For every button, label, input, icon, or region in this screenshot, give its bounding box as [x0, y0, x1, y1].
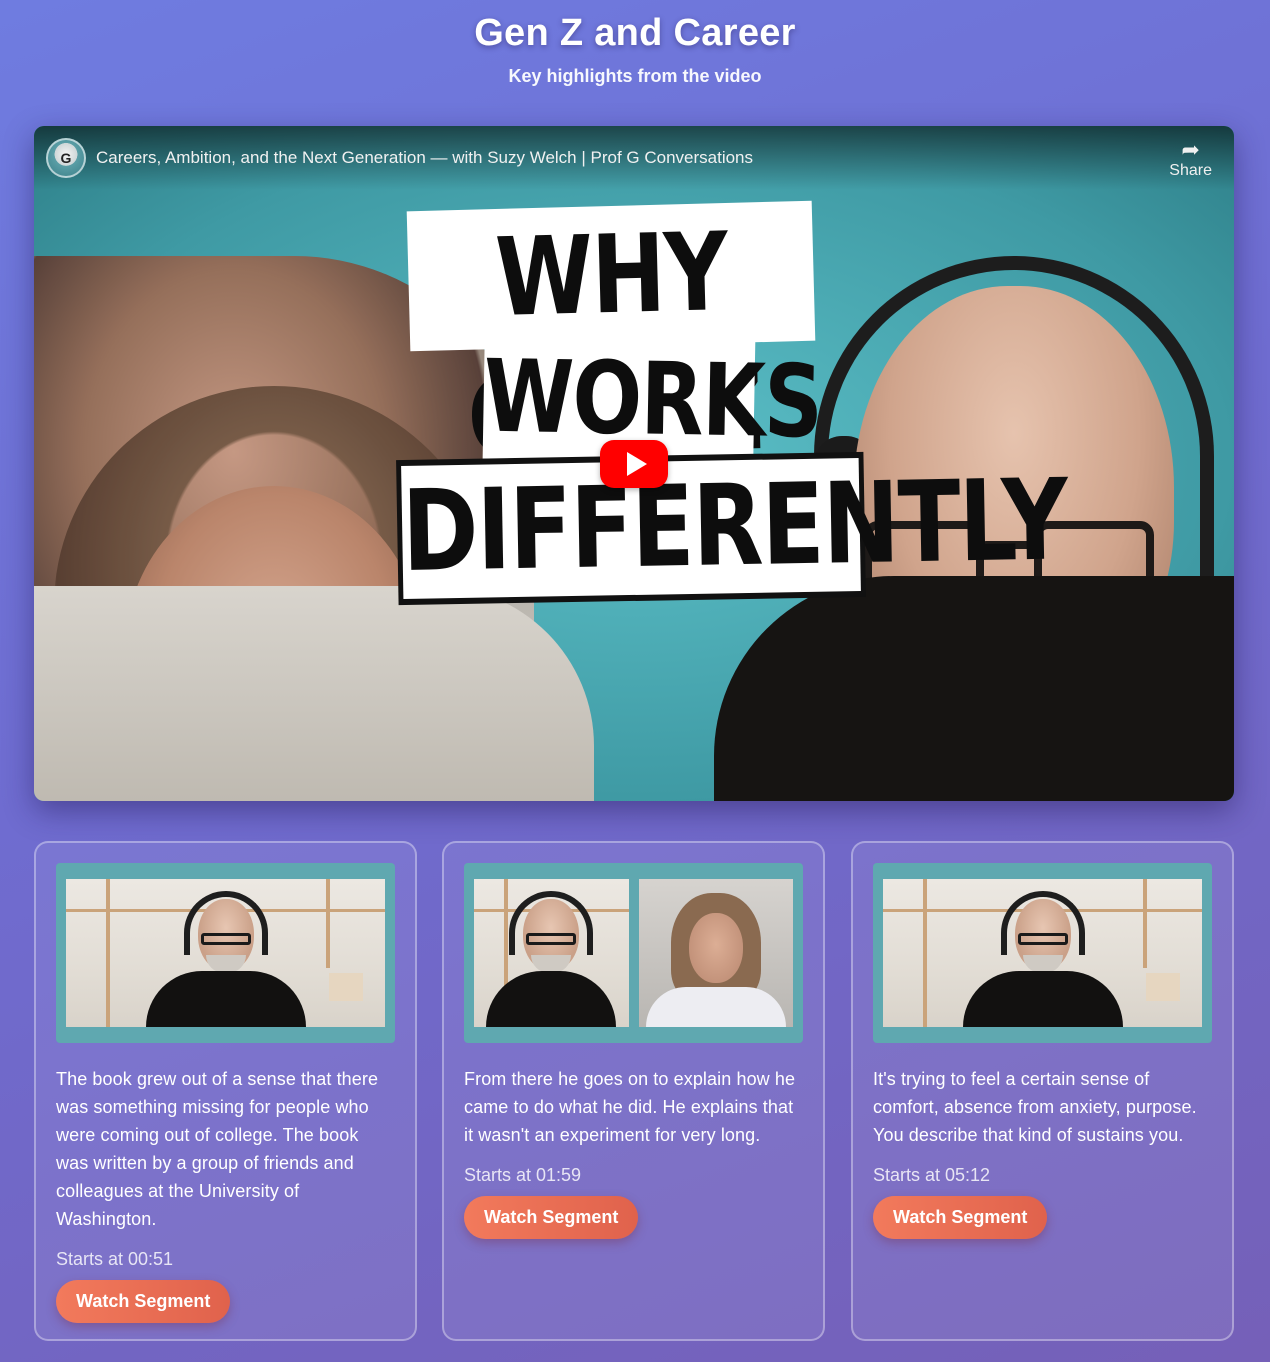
share-arrow-icon: ➦ — [1181, 137, 1200, 162]
channel-avatar[interactable]: G — [46, 138, 86, 178]
video-topbar: G Careers, Ambition, and the Next Genera… — [34, 126, 1234, 190]
page-header: Gen Z and Career Key highlights from the… — [0, 0, 1270, 87]
thumbnail-headline-line-1: WHY GEN Z — [406, 200, 816, 482]
page-title: Gen Z and Career — [474, 12, 796, 54]
segment-start-time: Starts at 05:12 — [873, 1165, 991, 1185]
watch-segment-button[interactable]: Watch Segment — [464, 1196, 639, 1239]
guest-frame — [638, 879, 793, 1027]
host-frame — [66, 879, 385, 1027]
segment-cards: The book grew out of a sense that there … — [34, 841, 1234, 1341]
watch-segment-button[interactable]: Watch Segment — [873, 1196, 1048, 1239]
host-frame — [474, 879, 629, 1027]
segment-start-time: Starts at 00:51 — [56, 1249, 174, 1269]
segment-card: From there he goes on to explain how he … — [442, 841, 825, 1341]
segment-summary: The book grew out of a sense that there … — [56, 1069, 379, 1229]
segment-card: It's trying to feel a certain sense of c… — [851, 841, 1234, 1341]
video-player[interactable]: WHY GEN Z WORKS DIFFERENTLY G Careers, A… — [34, 126, 1234, 801]
share-label: Share — [1169, 162, 1212, 179]
segment-start-time: Starts at 01:59 — [464, 1165, 582, 1185]
segment-thumbnail[interactable] — [873, 863, 1212, 1043]
segment-thumbnail[interactable] — [56, 863, 395, 1043]
segment-summary: It's trying to feel a certain sense of c… — [873, 1069, 1197, 1145]
watch-segment-button[interactable]: Watch Segment — [56, 1280, 231, 1323]
segment-card: The book grew out of a sense that there … — [34, 841, 417, 1341]
segment-summary: From there he goes on to explain how he … — [464, 1069, 796, 1145]
play-icon[interactable] — [600, 440, 668, 488]
share-button[interactable]: ➦ Share — [1169, 138, 1212, 180]
video-title[interactable]: Careers, Ambition, and the Next Generati… — [96, 148, 753, 168]
host-frame — [883, 879, 1202, 1027]
page-subtitle: Key highlights from the video — [508, 66, 762, 86]
segment-thumbnail[interactable] — [464, 863, 803, 1043]
